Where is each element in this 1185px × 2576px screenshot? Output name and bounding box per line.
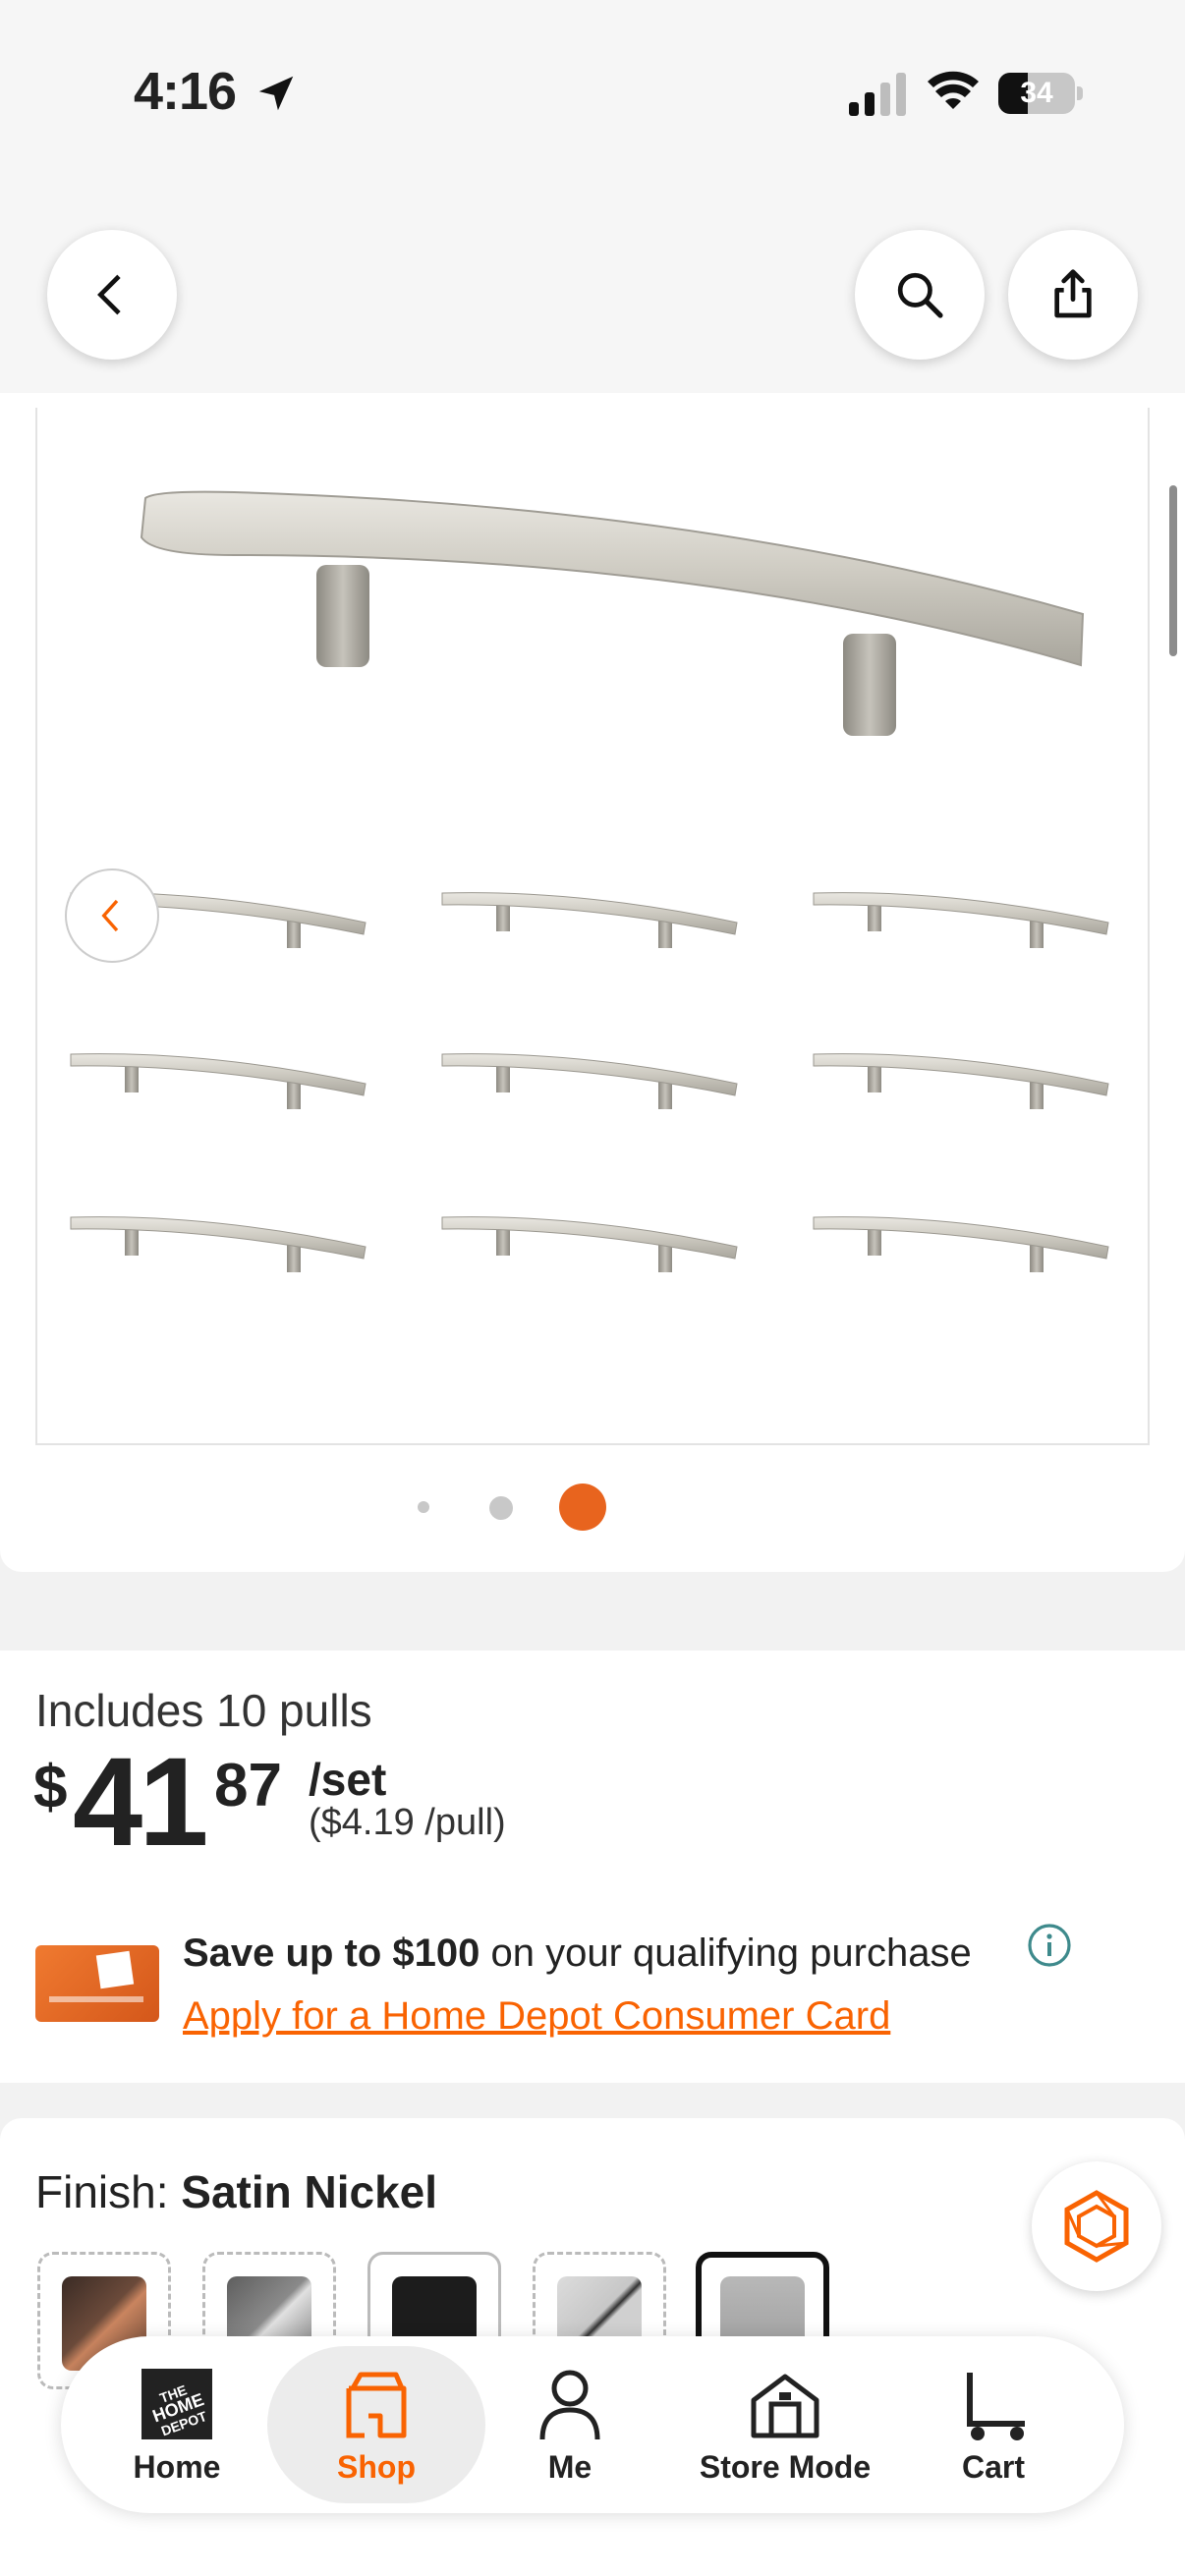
status-bar: 4:16 34 [0, 0, 1185, 196]
product-image-gallery[interactable] [35, 408, 1150, 1445]
nav-me[interactable]: Me [501, 2336, 639, 2513]
back-button[interactable] [47, 230, 177, 360]
status-time: 4:16 [134, 62, 237, 121]
unit-price: ($4.19 /pull) [309, 1802, 506, 1843]
nav-store-mode-label: Store Mode [699, 2448, 872, 2485]
includes-text: Includes 10 pulls [35, 1685, 372, 1736]
pagination-dot-active[interactable] [559, 1484, 606, 1531]
scroll-indicator [1169, 485, 1177, 656]
home-depot-logo-icon: THE HOME DEPOT [141, 2368, 212, 2439]
info-icon[interactable] [1026, 1922, 1073, 1969]
battery-level: 34 [1020, 77, 1053, 109]
nav-home-label: Home [133, 2448, 221, 2485]
person-icon [539, 2370, 600, 2439]
price-unit: /set [309, 1754, 387, 1805]
apply-card-link[interactable]: Apply for a Home Depot Consumer Card [183, 1994, 890, 2039]
ai-assistant-button[interactable] [1032, 2161, 1161, 2291]
wifi-icon [928, 71, 979, 109]
nav-home[interactable]: THE HOME DEPOT Home [100, 2336, 254, 2513]
search-icon [897, 272, 943, 318]
gallery-prev-button[interactable] [65, 868, 159, 963]
finish-label-prefix: Finish: [35, 2166, 182, 2217]
share-button[interactable] [1008, 230, 1138, 360]
share-icon [1054, 269, 1092, 318]
nav-shop[interactable]: Shop [267, 2346, 485, 2503]
header-band [0, 196, 1185, 408]
gallery-pagination [0, 1482, 1185, 1531]
battery-icon: 34 [998, 73, 1083, 114]
credit-card-image [35, 1945, 159, 2022]
price-currency: $ [33, 1754, 68, 1821]
bottom-nav: THE HOME DEPOT Home Shop Me Store Mode C… [61, 2336, 1124, 2513]
nav-shop-label: Shop [337, 2448, 416, 2485]
nav-me-label: Me [547, 2448, 592, 2485]
location-arrow-icon [258, 76, 294, 111]
large-pull-image [140, 490, 1085, 736]
cellular-signal-icon [849, 73, 906, 116]
promo-bold: Save up to $100 [183, 1932, 480, 1975]
finish-label: Finish: Satin Nickel [35, 2165, 437, 2218]
hexagon-assistant-icon [1064, 2190, 1129, 2263]
price-cents: 87 [214, 1752, 282, 1820]
search-button[interactable] [855, 230, 985, 360]
cart-icon [967, 2372, 1025, 2440]
promo-rest: on your qualifying purchase [480, 1932, 972, 1975]
chevron-left-icon [101, 899, 119, 932]
shop-icon [346, 2372, 407, 2437]
product-page: 4:16 34 Includes 10 pulls $ 41 87 /set (… [0, 0, 1185, 2576]
nav-cart[interactable]: Cart [930, 2336, 1057, 2513]
finish-value: Satin Nickel [181, 2166, 438, 2217]
store-icon [751, 2374, 819, 2437]
pagination-dot[interactable] [418, 1501, 429, 1513]
nav-store-mode[interactable]: Store Mode [670, 2336, 900, 2513]
pagination-dot[interactable] [489, 1496, 513, 1520]
chevron-left-icon [97, 274, 121, 315]
promo-text: Save up to $100 on your qualifying purch… [183, 1932, 972, 1976]
price-dollars: 41 [73, 1732, 208, 1873]
product-image [70, 490, 1109, 1273]
nav-cart-label: Cart [961, 2448, 1025, 2485]
